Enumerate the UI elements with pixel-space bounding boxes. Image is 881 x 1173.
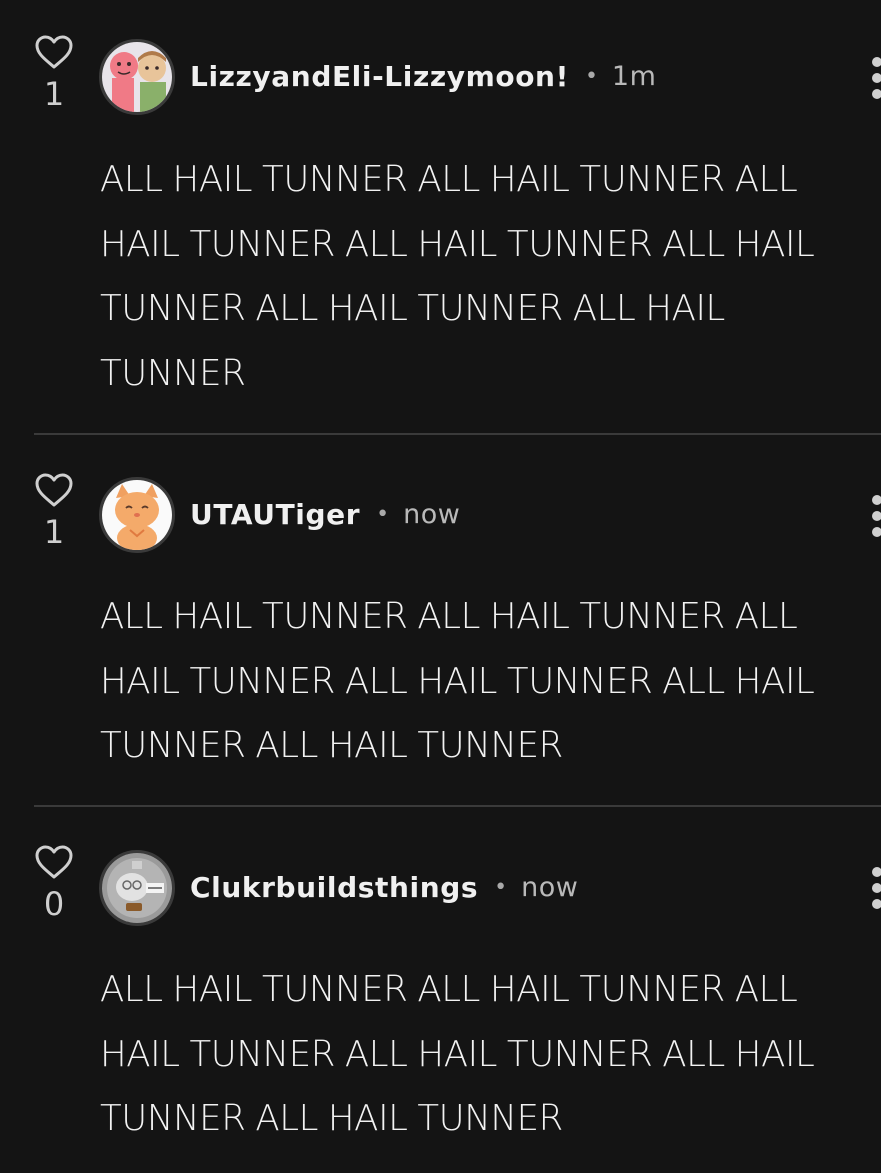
divider — [34, 805, 881, 807]
comment-text: ALL HAIL TUNNER ALL HAIL TUNNER ALL HAIL… — [100, 969, 815, 1140]
avatar[interactable] — [99, 39, 175, 115]
separator-dot: • — [494, 874, 508, 900]
username[interactable]: Clukrbuildsthings — [190, 871, 478, 904]
heart-icon[interactable] — [34, 844, 74, 880]
comment-meta: UTAUTiger • now — [190, 494, 460, 534]
divider — [34, 433, 881, 435]
like-control[interactable]: 1 — [32, 34, 76, 112]
heart-icon[interactable] — [34, 472, 74, 508]
orange-cat-avatar-icon — [102, 480, 172, 550]
comment-meta: LizzyandEli-Lizzymoon! • 1m — [190, 56, 656, 96]
timestamp: 1m — [611, 60, 657, 92]
pink-character-avatar-icon — [102, 42, 172, 112]
gray-robot-avatar-icon — [102, 853, 172, 923]
like-count: 1 — [43, 75, 65, 113]
more-options-icon[interactable] — [869, 864, 881, 912]
heart-icon[interactable] — [34, 34, 74, 70]
timestamp: now — [403, 498, 461, 530]
like-count: 0 — [43, 885, 65, 923]
comment-meta: Clukrbuildsthings • now — [190, 867, 578, 907]
avatar[interactable] — [99, 477, 175, 553]
avatar[interactable] — [99, 850, 175, 926]
like-count: 1 — [43, 513, 65, 551]
username[interactable]: UTAUTiger — [190, 498, 360, 531]
separator-dot: • — [376, 501, 390, 527]
like-control[interactable]: 1 — [32, 472, 76, 550]
like-control[interactable]: 0 — [32, 844, 76, 922]
comment-text: ALL HAIL TUNNER ALL HAIL TUNNER ALL HAIL… — [100, 159, 815, 395]
more-options-icon[interactable] — [869, 54, 881, 102]
more-options-icon[interactable] — [869, 492, 881, 540]
username[interactable]: LizzyandEli-Lizzymoon! — [190, 60, 569, 93]
separator-dot: • — [584, 63, 598, 89]
timestamp: now — [521, 871, 579, 903]
comment-text: ALL HAIL TUNNER ALL HAIL TUNNER ALL HAIL… — [100, 596, 815, 767]
